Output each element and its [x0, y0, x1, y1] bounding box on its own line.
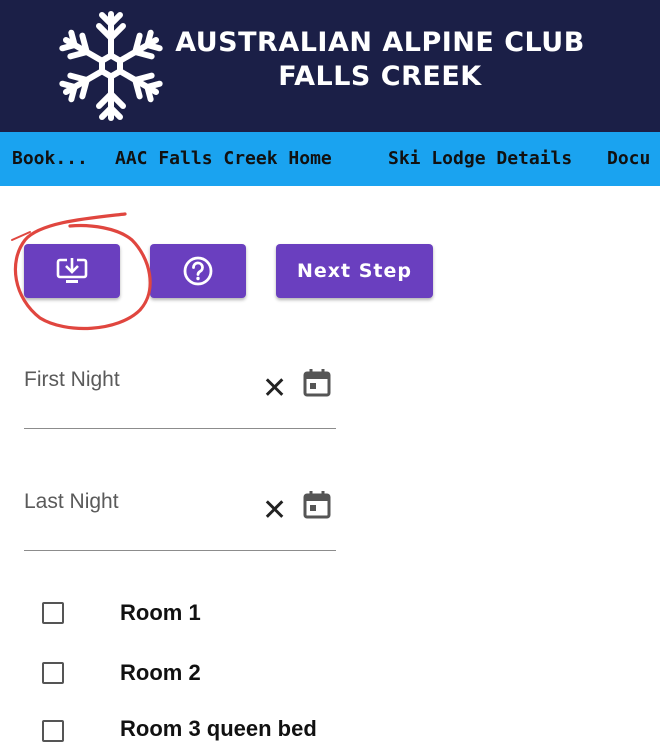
nav-item-home[interactable]: AAC Falls Creek Home [115, 132, 332, 186]
room-1-checkbox[interactable] [42, 602, 64, 624]
site-header: AUSTRALIAN ALPINE CLUB FALLS CREEK [0, 0, 660, 132]
nav-item-lodge-details[interactable]: Ski Lodge Details [388, 132, 572, 186]
nav-item-documents[interactable]: Docu [607, 132, 650, 186]
club-name-line1: AUSTRALIAN ALPINE CLUB [175, 27, 585, 58]
calendar-icon[interactable] [302, 368, 332, 398]
last-night-label: Last Night [24, 490, 119, 513]
next-step-button[interactable]: Next Step [276, 244, 433, 298]
snowflake-icon [56, 11, 166, 124]
first-night-clear-icon[interactable]: ✕ [262, 374, 287, 404]
download-to-device-icon [56, 258, 88, 283]
download-button[interactable] [24, 244, 120, 298]
last-night-field[interactable]: Last Night ✕ [24, 490, 336, 551]
nav-bar: Book... AAC Falls Creek Home Ski Lodge D… [0, 132, 660, 186]
room-1-label: Room 1 [120, 600, 201, 625]
room-3-label: Room 3 queen bed [120, 716, 317, 741]
calendar-icon[interactable] [302, 490, 332, 520]
next-step-label: Next Step [297, 260, 412, 282]
club-name-line2: FALLS CREEK [278, 61, 482, 92]
last-night-clear-icon[interactable]: ✕ [262, 496, 287, 526]
nav-item-book[interactable]: Book... [12, 132, 88, 186]
help-circle-icon [183, 256, 213, 286]
room-2-checkbox[interactable] [42, 662, 64, 684]
help-button[interactable] [150, 244, 246, 298]
room-3-checkbox[interactable] [42, 720, 64, 742]
club-name: AUSTRALIAN ALPINE CLUB FALLS CREEK [170, 26, 590, 94]
first-night-field[interactable]: First Night ✕ [24, 368, 336, 429]
room-2-label: Room 2 [120, 660, 201, 685]
first-night-label: First Night [24, 368, 120, 391]
